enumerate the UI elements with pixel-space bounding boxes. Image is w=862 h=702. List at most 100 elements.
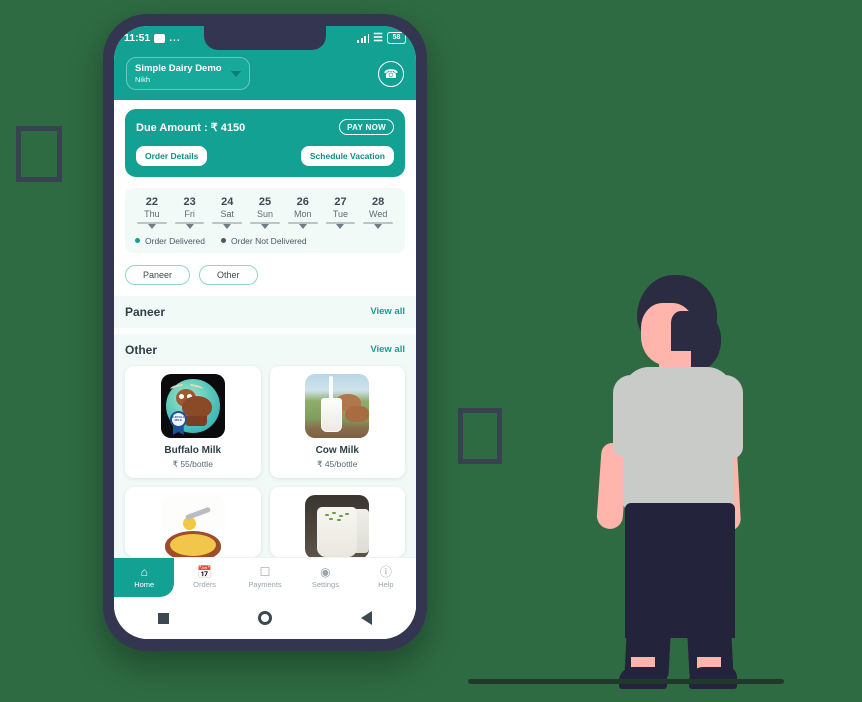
chip-paneer[interactable]: Paneer	[125, 264, 191, 285]
person-sleeve-left	[613, 375, 649, 457]
date-day: Wed	[369, 209, 388, 220]
legend-label: Order Delivered	[145, 235, 205, 246]
product-grid: BUFFALO MILK Buffalo Milk ₹ 55/bottle Co…	[114, 365, 416, 478]
due-amount-label: Due Amount : ₹ 4150	[136, 121, 246, 134]
android-navigation-bar	[114, 597, 416, 639]
nav-item-settings[interactable]: ◉ Settings	[295, 558, 355, 597]
business-name: Simple Dairy Demo	[135, 63, 222, 74]
person-illustration	[575, 275, 790, 689]
date-cell[interactable]: 25 Sun	[246, 196, 284, 229]
date-number: 26	[296, 196, 309, 209]
date-cell[interactable]: 27 Tue	[322, 196, 360, 229]
business-selector[interactable]: Simple Dairy Demo Nikh	[126, 57, 250, 91]
decorative-square-left	[16, 126, 62, 182]
pay-now-button[interactable]: PAY NOW	[339, 119, 394, 136]
payments-icon: ☐	[259, 565, 271, 579]
date-number: 28	[372, 196, 385, 209]
date-cell[interactable]: 22 Thu	[133, 196, 171, 229]
date-cell[interactable]: 24 Sat	[208, 196, 246, 229]
product-price: ₹ 45/bottle	[317, 458, 358, 469]
product-name: Buffalo Milk	[164, 444, 222, 456]
view-all-link-other[interactable]: View all	[370, 344, 405, 355]
more-dots-icon: ...	[169, 32, 181, 44]
status-time: 11:51	[124, 32, 151, 44]
nav-label: Home	[134, 580, 155, 589]
date-marker-icon	[147, 223, 156, 229]
person-shoe-right	[689, 667, 737, 689]
raita-glass-photo-icon	[305, 494, 370, 557]
product-grid-partial	[114, 486, 416, 557]
date-marker-icon	[223, 223, 232, 229]
back-triangle-icon[interactable]	[360, 611, 372, 625]
app-bar: Simple Dairy Demo Nikh ☎	[114, 50, 416, 101]
date-cell[interactable]: 28 Wed	[359, 196, 397, 229]
nav-item-orders[interactable]: 📅 Orders	[174, 558, 234, 597]
date-marker-icon	[261, 223, 270, 229]
order-details-button[interactable]: Order Details	[136, 146, 208, 167]
nav-label: Orders	[193, 580, 217, 589]
person-shoe-left	[619, 667, 667, 689]
nav-item-home[interactable]: ⌂ Home	[114, 558, 175, 597]
legend-dot-icon	[221, 238, 226, 244]
legend-item-delivered: Order Delivered	[135, 236, 205, 246]
product-card-buffalo-milk[interactable]: BUFFALO MILK Buffalo Milk ₹ 55/bottle	[125, 365, 261, 478]
date-number: 22	[145, 196, 158, 209]
date-cell[interactable]: 23 Fri	[171, 196, 209, 229]
nav-label: Help	[378, 580, 394, 589]
section-header-paneer: Paneer View all	[114, 296, 416, 328]
legend-label: Order Not Delivered	[231, 235, 307, 246]
ground-line	[468, 679, 784, 684]
date-day: Sat	[220, 209, 235, 220]
nav-label: Payments	[248, 580, 282, 589]
recent-apps-square-icon[interactable]	[158, 612, 170, 624]
date-day: Tue	[332, 209, 349, 220]
legend-item-not-delivered: Order Not Delivered	[221, 236, 307, 246]
date-marker-icon	[185, 223, 194, 229]
date-day: Fri	[184, 209, 195, 220]
phone-mockup: 11:51 ... ☰ 58 Simple Dairy Demo Nikh ☎	[103, 14, 427, 651]
nav-item-help[interactable]: ⓘ Help	[356, 558, 416, 597]
home-icon: ⌂	[140, 565, 148, 579]
decorative-square-right	[458, 408, 502, 464]
due-amount-row: Due Amount : ₹ 4150 PAY NOW	[136, 119, 394, 136]
legend-dot-icon	[135, 238, 140, 244]
date-day: Mon	[293, 209, 312, 220]
cow-milk-photo-icon	[305, 373, 370, 438]
buffalo-illustration-icon: BUFFALO MILK	[160, 373, 225, 438]
section-header-other: Other View all	[114, 334, 416, 366]
schedule-vacation-button[interactable]: Schedule Vacation	[300, 146, 394, 167]
section-title: Paneer	[125, 304, 166, 319]
date-marker-icon	[336, 223, 345, 229]
settings-icon: ◉	[320, 565, 331, 579]
ghee-spoon-photo-icon	[160, 494, 225, 557]
nav-item-payments[interactable]: ☐ Payments	[235, 558, 295, 597]
section-paneer: Paneer View all	[114, 295, 416, 328]
product-card-cow-milk[interactable]: Cow Milk ₹ 45/bottle	[269, 365, 405, 478]
date-strip: 22 Thu 23 Fri 24 Sat 25 Sun 26 Mon 27 Tu…	[125, 188, 405, 253]
signal-icon	[357, 33, 370, 43]
screen-body: Due Amount : ₹ 4150 PAY NOW Order Detail…	[114, 100, 416, 639]
phone-notch	[204, 26, 326, 50]
view-all-link-paneer[interactable]: View all	[370, 306, 405, 317]
section-title: Other	[125, 342, 158, 357]
date-number: 23	[183, 196, 196, 209]
date-marker-icon	[298, 223, 307, 229]
date-number: 24	[221, 196, 234, 209]
date-number: 27	[334, 196, 347, 209]
date-day: Sun	[257, 209, 274, 220]
product-name: Cow Milk	[315, 444, 359, 456]
bottom-navigation: ⌂ Home 📅 Orders ☐ Payments ◉ Settings ⓘ	[114, 557, 416, 597]
orders-icon: 📅	[197, 565, 213, 579]
section-other: Other View all BUFFALO MILK Buffalo Milk…	[114, 333, 416, 567]
chip-other[interactable]: Other	[199, 264, 258, 285]
phone-screen: 11:51 ... ☰ 58 Simple Dairy Demo Nikh ☎	[114, 26, 416, 639]
product-card-ghee[interactable]	[125, 486, 261, 557]
user-name: Nikh	[135, 74, 151, 84]
phone-call-icon[interactable]: ☎	[378, 60, 404, 87]
date-cell[interactable]: 26 Mon	[284, 196, 322, 229]
product-card-raita[interactable]	[269, 486, 405, 557]
status-bar-left: 11:51 ...	[124, 32, 181, 44]
status-bar: 11:51 ... ☰ 58	[114, 26, 416, 50]
home-circle-icon[interactable]	[257, 611, 272, 625]
category-chips: Paneer Other	[125, 264, 405, 285]
